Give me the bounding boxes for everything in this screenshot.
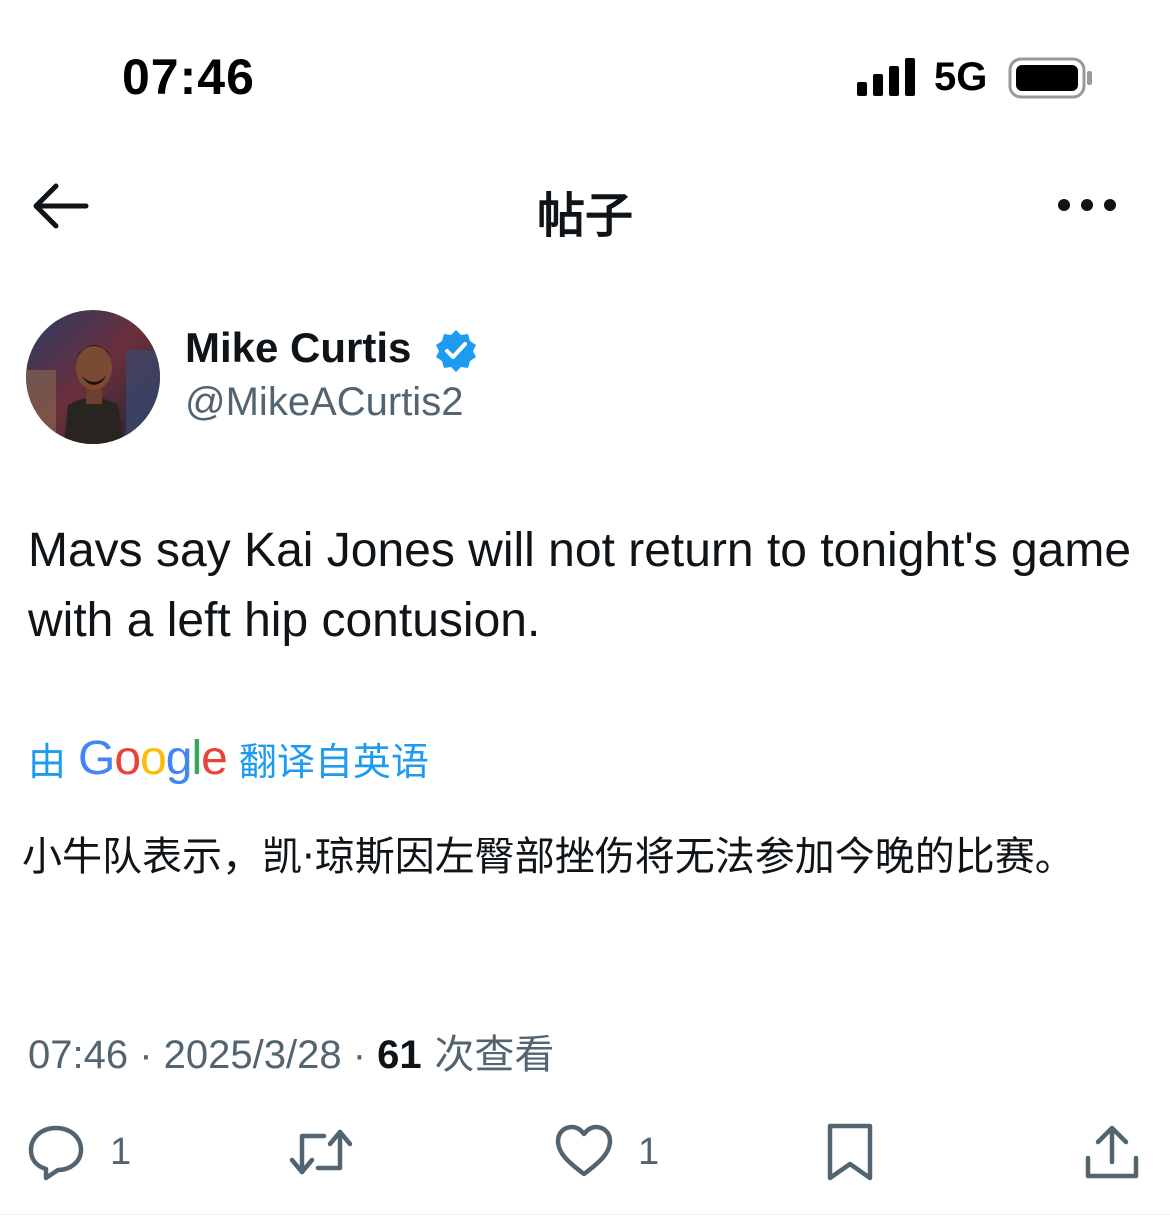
avatar-photo [26, 310, 160, 444]
divider [0, 1214, 1170, 1215]
like-button[interactable]: 1 [554, 1120, 659, 1184]
meta-separator: · [341, 1033, 378, 1077]
retweet-button[interactable] [288, 1120, 354, 1184]
tweet-date: 2025/3/28 [163, 1033, 342, 1077]
google-logo-letter: g [165, 731, 193, 785]
share-icon [1085, 1125, 1139, 1179]
translation-prefix: 由 [28, 739, 67, 784]
google-logo-letter: o [140, 731, 167, 785]
tweet-text: Mavs say Kai Jones will not return to to… [28, 524, 1132, 647]
reply-icon [28, 1125, 84, 1181]
battery-icon [1008, 57, 1092, 99]
share-button[interactable] [1082, 1120, 1142, 1184]
bookmark-button[interactable] [820, 1120, 880, 1184]
signal-strength-icon [857, 58, 915, 96]
translated-text: 小牛队表示，凯·琼斯因左臀部挫伤将无法参加今晚的比赛。 [22, 834, 1075, 880]
google-logo-letter: G [78, 731, 115, 785]
view-label: 次查看 [421, 1032, 555, 1078]
page-title: 帖子 [536, 188, 633, 244]
reply-button[interactable]: 1 [26, 1120, 131, 1184]
translation-suffix: 翻译自英语 [238, 739, 429, 784]
google-logo: Google [78, 731, 228, 786]
status-time: 07:46 [122, 49, 255, 105]
author-handle[interactable]: @MikeACurtis2 [185, 380, 463, 425]
meta-separator: · [128, 1033, 164, 1077]
tweet-time: 07:46 [28, 1033, 129, 1077]
tweet-meta: 07:46 · 2025/3/28 · 61 次查看 [28, 1022, 554, 1080]
verified-badge-icon [436, 330, 476, 372]
like-count: 1 [638, 1130, 660, 1173]
google-logo-letter: e [201, 731, 228, 785]
google-logo-letter: l [191, 731, 202, 785]
view-count[interactable]: 61 [377, 1033, 422, 1077]
bookmark-icon [827, 1123, 873, 1181]
retweet-icon [289, 1129, 353, 1175]
avatar[interactable] [26, 310, 160, 444]
google-logo-letter: o [114, 731, 141, 785]
network-label: 5G [934, 55, 988, 99]
more-horizontal-icon[interactable] [1052, 188, 1122, 222]
heart-icon [555, 1124, 613, 1177]
reply-count: 1 [110, 1130, 132, 1173]
author-name[interactable]: Mike Curtis [185, 324, 411, 372]
translation-attribution[interactable]: 由 Google 翻译自英语 [28, 728, 429, 788]
